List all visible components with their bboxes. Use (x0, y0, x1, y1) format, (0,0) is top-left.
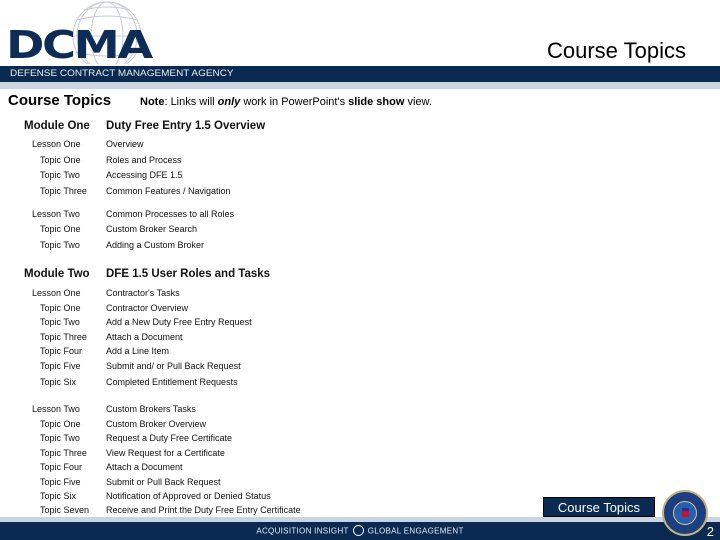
note-label: Note (140, 96, 165, 108)
agency-name: DEFENSE CONTRACT MANAGEMENT AGENCY (10, 68, 234, 79)
note-text: Note: Links will only work in PowerPoint… (140, 96, 432, 108)
topic-label[interactable]: Topic Three (40, 186, 87, 196)
seal-shield-icon (682, 508, 689, 517)
lesson-title-link[interactable]: Overview (106, 139, 144, 149)
topic-label[interactable]: Topic Six (40, 377, 76, 387)
topic-title-link[interactable]: Attach a Document (106, 332, 183, 342)
lesson-title-link[interactable]: Common Processes to all Roles (106, 209, 234, 219)
logo-text: DCMA (6, 23, 153, 67)
topic-title-link[interactable]: Notification of Approved or Denied Statu… (106, 491, 271, 501)
topic-title-link[interactable]: Completed Entitlement Requests (106, 377, 238, 387)
footer-tagline: ACQUISITION INSIGHT GLOBAL ENGAGEMENT (0, 525, 720, 537)
lesson-label[interactable]: Lesson One (32, 288, 81, 298)
topic-title-link[interactable]: Add a Line Item (106, 346, 169, 356)
header-divider (0, 82, 720, 89)
lesson-label[interactable]: Lesson Two (32, 404, 80, 414)
seal-eagle-icon (673, 501, 697, 525)
topic-label[interactable]: Topic Five (40, 361, 81, 371)
note-pre: : Links will (164, 96, 218, 108)
note-emphasis: only (217, 96, 241, 108)
module-label[interactable]: Module Two (24, 268, 90, 280)
topic-label[interactable]: Topic Six (40, 491, 76, 501)
topic-label[interactable]: Topic One (40, 224, 81, 234)
topic-label[interactable]: Topic Two (40, 433, 80, 443)
topic-label[interactable]: Topic Four (40, 462, 82, 472)
topic-label[interactable]: Topic One (40, 303, 81, 313)
topic-title-link[interactable]: Contractor Overview (106, 303, 188, 313)
dcma-logo: DCMA (0, 0, 260, 64)
topic-label[interactable]: Topic One (40, 419, 81, 429)
module-title-link[interactable]: Duty Free Entry 1.5 Overview (106, 120, 265, 132)
module-label[interactable]: Module One (24, 120, 90, 132)
topic-label[interactable]: Topic Two (40, 170, 80, 180)
topic-title-link[interactable]: View Request for a Certificate (106, 448, 225, 458)
topic-title-link[interactable]: Request a Duty Free Certificate (106, 433, 232, 443)
note-bold: slide show (348, 96, 405, 108)
page-number: 2 (706, 524, 714, 539)
lesson-label[interactable]: Lesson Two (32, 209, 80, 219)
page-heading: Course Topics (8, 92, 112, 109)
dod-seal-icon (662, 490, 708, 536)
topic-title-link[interactable]: Roles and Process (106, 155, 182, 165)
topic-title-link[interactable]: Custom Broker Search (106, 224, 197, 234)
topic-label[interactable]: Topic One (40, 155, 81, 165)
note-post: view. (404, 96, 432, 108)
tagline-right: GLOBAL ENGAGEMENT (367, 526, 464, 536)
topic-label[interactable]: Topic Two (40, 317, 80, 327)
topic-title-link[interactable]: Accessing DFE 1.5 (106, 170, 183, 180)
topic-title-link[interactable]: Custom Broker Overview (106, 419, 206, 429)
topic-title-link[interactable]: Submit and/ or Pull Back Request (106, 361, 241, 371)
topic-title-link[interactable]: Adding a Custom Broker (106, 240, 204, 250)
note-mid: work in PowerPoint's (240, 96, 349, 108)
course-topics-button[interactable]: Course Topics (543, 497, 655, 517)
slide-title: Course Topics (547, 38, 686, 63)
topic-label[interactable]: Topic Four (40, 346, 82, 356)
topic-title-link[interactable]: Add a New Duty Free Entry Request (106, 317, 252, 327)
topic-label[interactable]: Topic Seven (40, 505, 89, 515)
globe-icon (352, 525, 364, 536)
topic-title-link[interactable]: Attach a Document (106, 462, 183, 472)
topic-label[interactable]: Topic Three (40, 332, 87, 342)
topic-label[interactable]: Topic Five (40, 477, 81, 487)
lesson-label[interactable]: Lesson One (32, 139, 81, 149)
tagline-left: ACQUISITION INSIGHT (256, 526, 349, 536)
lesson-title-link[interactable]: Custom Brokers Tasks (106, 404, 196, 414)
module-title-link[interactable]: DFE 1.5 User Roles and Tasks (106, 268, 270, 280)
topic-title-link[interactable]: Submit or Pull Back Request (106, 477, 221, 487)
topic-label[interactable]: Topic Three (40, 448, 87, 458)
topic-label[interactable]: Topic Two (40, 240, 80, 250)
topic-title-link[interactable]: Common Features / Navigation (106, 186, 231, 196)
topic-title-link[interactable]: Receive and Print the Duty Free Entry Ce… (106, 505, 301, 515)
lesson-title-link[interactable]: Contractor's Tasks (106, 288, 180, 298)
